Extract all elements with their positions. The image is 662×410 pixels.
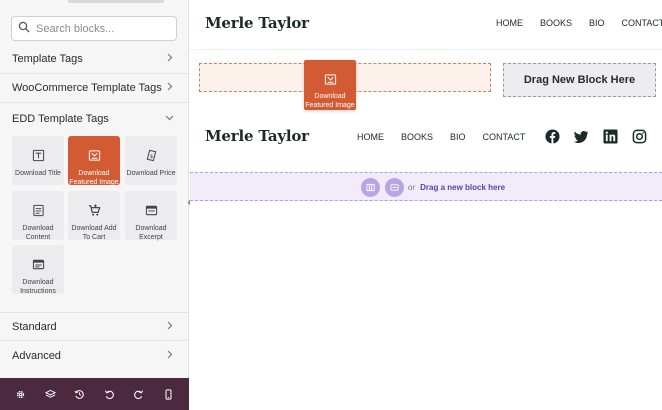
svg-text:$: $ [149, 154, 153, 160]
block-label: Download [22, 279, 54, 286]
chevron-right-icon [165, 82, 174, 94]
site-logo: Merle Taylor [205, 127, 309, 145]
featured-image-icon [324, 73, 337, 92]
template-icon [390, 179, 399, 197]
block-download-instructions[interactable]: Download Instructions [12, 245, 64, 295]
chevron-down-icon [165, 113, 174, 125]
redo-icon[interactable] [131, 386, 147, 402]
section-advanced[interactable]: Advanced [0, 341, 188, 370]
nav-contact[interactable]: CONTACT [622, 18, 662, 28]
ghost-label: Featured Image [305, 102, 355, 109]
add-block-row[interactable]: or Drag a new block here [190, 172, 662, 201]
section-woocommerce-template-tags[interactable]: WooCommerce Template Tags [0, 74, 188, 103]
block-label: Download [22, 225, 54, 232]
block-label: To Cart [82, 234, 106, 241]
facebook-icon[interactable] [544, 128, 560, 144]
block-label: Download Price [126, 170, 176, 177]
search-icon [18, 20, 30, 38]
price-tag-icon: $ [145, 149, 158, 169]
undo-icon[interactable] [101, 386, 117, 402]
block-label: Download Add [71, 225, 117, 232]
section-label: Template Tags [12, 53, 83, 65]
chevron-right-icon [165, 53, 174, 65]
section-label: Standard [12, 320, 57, 333]
add-columns-button[interactable] [361, 178, 380, 197]
nav-contact[interactable]: CONTACT [483, 132, 526, 142]
chevron-right-icon [165, 350, 174, 362]
site-nav: HOME BOOKS BIO CONTACT [496, 18, 662, 28]
twitter-icon[interactable] [573, 128, 589, 144]
sidebar-top-handle [68, 0, 164, 3]
section-label: WooCommerce Template Tags [12, 82, 162, 94]
section-edd-template-tags[interactable]: EDD Template Tags [0, 104, 188, 133]
social-icons [544, 128, 660, 144]
block-label: Featured Image [69, 179, 119, 186]
add-block-text: or Drag a new block here [408, 183, 505, 192]
featured-image-icon [88, 149, 101, 169]
nav-bio[interactable]: BIO [450, 132, 466, 142]
excerpt-icon [145, 204, 158, 224]
layers-icon[interactable] [42, 386, 58, 402]
content-icon [32, 204, 45, 224]
or-label: or [408, 183, 416, 192]
sidebar: Template Tags WooCommerce Template Tags … [0, 0, 189, 410]
section-template-tags[interactable]: Template Tags [0, 45, 188, 74]
nav-books[interactable]: BOOKS [401, 132, 433, 142]
section-standard[interactable]: Standard [0, 312, 188, 341]
block-label: Download [135, 225, 167, 232]
block-download-price[interactable]: $ Download Price [125, 136, 177, 185]
site-logo: Merle Taylor [205, 14, 309, 32]
site-header-row[interactable]: Merle Taylor HOME BOOKS BIO CONTACT [190, 0, 662, 50]
nav-bio[interactable]: BIO [589, 18, 605, 28]
chevron-right-icon [165, 321, 174, 333]
block-download-excerpt[interactable]: Download Excerpt [125, 191, 177, 241]
block-label: Download Title [15, 170, 61, 177]
drag-new-block-button[interactable]: Drag New Block Here [503, 63, 656, 97]
instagram-icon[interactable] [631, 128, 647, 144]
page-canvas: Merle Taylor HOME BOOKS BIO CONTACT Drag… [190, 0, 662, 410]
block-label: Content [25, 234, 51, 241]
mobile-preview-icon[interactable] [160, 386, 176, 402]
search-box[interactable] [11, 16, 177, 41]
section-label: EDD Template Tags [12, 112, 109, 125]
site-nav: HOME BOOKS BIO CONTACT [357, 132, 525, 142]
title-icon [32, 149, 45, 169]
block-label: Download [78, 170, 110, 177]
columns-icon [366, 179, 375, 197]
block-label: Instructions [20, 288, 56, 295]
block-download-add-to-cart[interactable]: Download Add To Cart [68, 191, 120, 241]
bottom-toolbar [0, 378, 189, 410]
section-label: Advanced [12, 349, 61, 362]
block-label: Excerpt [139, 234, 163, 241]
instructions-icon [32, 258, 45, 278]
dragging-block-ghost[interactable]: Download Featured Image [304, 60, 356, 110]
drag-new-block-link[interactable]: Drag a new block here [420, 183, 505, 192]
search-input[interactable] [36, 22, 176, 35]
history-icon[interactable] [72, 386, 88, 402]
linkedin-icon[interactable] [602, 128, 618, 144]
nav-home[interactable]: HOME [496, 18, 523, 28]
nav-home[interactable]: HOME [357, 132, 384, 142]
cart-icon [88, 204, 101, 224]
ghost-label: Download [314, 93, 346, 100]
block-download-title[interactable]: Download Title [12, 136, 64, 185]
block-download-content[interactable]: Download Content [12, 191, 64, 241]
add-template-button[interactable] [385, 178, 404, 197]
settings-gear-icon[interactable] [13, 386, 29, 402]
nav-books[interactable]: BOOKS [540, 18, 572, 28]
block-download-featured-image[interactable]: Download Featured Image [68, 136, 120, 186]
